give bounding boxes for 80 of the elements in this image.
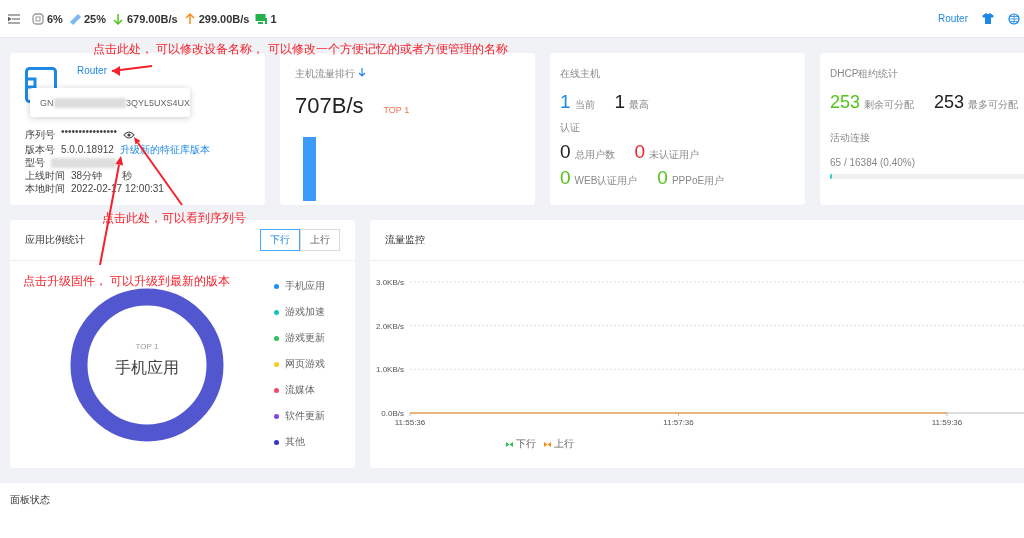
stat-number: 0 — [634, 141, 646, 163]
y-tick-label: 0.0B/s — [381, 409, 404, 418]
up-arrow-icon — [183, 12, 196, 25]
legend-item[interactable]: 上行 — [544, 437, 574, 451]
globe-icon — [1008, 12, 1020, 25]
connection-count: 65 / 16384 (0.40%) — [830, 157, 917, 168]
legend-label: 软件更新 — [285, 409, 325, 423]
serial-end: 3QYL5UXS4UX — [125, 97, 190, 108]
uptime-unit: 秒 — [122, 169, 133, 182]
section-title: 活动连接 — [830, 131, 871, 145]
stat-label: PPPoE用户 — [671, 174, 725, 188]
monitor-icon — [255, 12, 268, 25]
x-tick-label: 11:57:36 — [663, 418, 694, 427]
stat-label: WEB认证用户 — [574, 174, 638, 188]
stat-number: 0 — [560, 141, 571, 163]
legend-label: 网页游戏 — [285, 357, 325, 371]
down-arrow-icon — [111, 12, 124, 25]
blurred-text — [51, 157, 116, 168]
card-title: 流量监控 — [385, 233, 425, 247]
stat-number: 1 — [614, 91, 626, 113]
stat-number: 253 — [934, 91, 965, 113]
stat-number: 0 — [657, 167, 668, 189]
device-link[interactable]: Router — [938, 13, 968, 24]
field-label: 上线时间 — [25, 169, 65, 182]
legend-item[interactable]: 下行 — [506, 437, 536, 451]
version-value: 5.0.0.18912 — [61, 143, 114, 156]
shirt-icon — [982, 13, 994, 24]
y-tick-label: 2.0KB/s — [376, 321, 404, 331]
stat-value: 25% — [83, 12, 106, 25]
x-tick-label: 11:59:36 — [931, 418, 963, 427]
legend-label: 游戏加速 — [285, 305, 325, 319]
legend-label: 手机应用 — [285, 279, 325, 293]
rank-label: TOP 1 — [383, 105, 410, 115]
stat-label: 总用户数 — [574, 148, 615, 162]
stat-label: 最多可分配 — [968, 98, 1019, 112]
legend-label: 流媒体 — [285, 383, 315, 397]
memory-stick-icon — [68, 12, 81, 25]
annotation-text: 点击升级固件， 可以升级到最新的版本 — [23, 273, 231, 290]
y-tick-label: 3.0KB/s — [376, 278, 404, 287]
section-title: 面板状态 — [10, 494, 50, 505]
card-title: DHCP租约统计 — [830, 67, 900, 81]
x-tick-label: 11:55:36 — [394, 418, 426, 427]
field-label: 版本号 — [25, 143, 55, 156]
stat-label: 剩余可分配 — [864, 98, 915, 112]
serial-start: GN — [40, 97, 54, 108]
legend-label: 游戏更新 — [285, 331, 325, 345]
uptime-value: 38分钟 — [71, 169, 103, 182]
stat-label: 当前 — [574, 98, 595, 112]
stat-value: 1 — [270, 12, 277, 25]
traffic-value: 707B/s — [295, 93, 364, 119]
eye-icon[interactable] — [123, 130, 135, 139]
field-label: 序列号 — [25, 128, 55, 141]
menu-icon — [8, 13, 20, 24]
traffic-bar — [303, 137, 316, 201]
stat-label: 最高 — [629, 98, 650, 112]
serial-value: •••••••••••••••• — [61, 125, 117, 138]
field-label: 本地时间 — [25, 182, 65, 195]
direction-tab[interactable]: 下行 — [260, 229, 300, 251]
device-name-link[interactable]: Router — [77, 65, 107, 76]
field-label: 型号 — [25, 156, 45, 169]
stat-value: 299.00B/s — [198, 12, 250, 25]
card-title: 在线主机 — [560, 67, 601, 81]
annotation-arrow — [111, 65, 153, 76]
stat-value: 679.00B/s — [126, 12, 178, 25]
stat-number: 1 — [560, 91, 571, 113]
donut-top-label: TOP 1 — [134, 342, 160, 351]
stat-label: 未认证用户 — [649, 148, 700, 162]
stat-value: 6% — [47, 12, 63, 25]
y-tick-label: 1.0KB/s — [376, 365, 404, 375]
card-title: 主机流量排行 — [295, 67, 355, 81]
annotation-text: 点击此处， 可以修改设备名称， 可以修改一个方便记忆的或者方便管理的名称 — [93, 41, 508, 58]
cpu-icon — [32, 12, 44, 25]
card-title: 应用比例统计 — [25, 233, 85, 247]
stat-number: 253 — [830, 91, 861, 113]
legend-label: 其他 — [285, 435, 305, 449]
down-arrow-icon — [358, 68, 366, 77]
stat-number: 0 — [560, 167, 571, 189]
section-title: 认证 — [560, 121, 581, 135]
direction-tab[interactable]: 上行 — [300, 229, 340, 251]
donut-center-label: 手机应用 — [114, 358, 180, 378]
